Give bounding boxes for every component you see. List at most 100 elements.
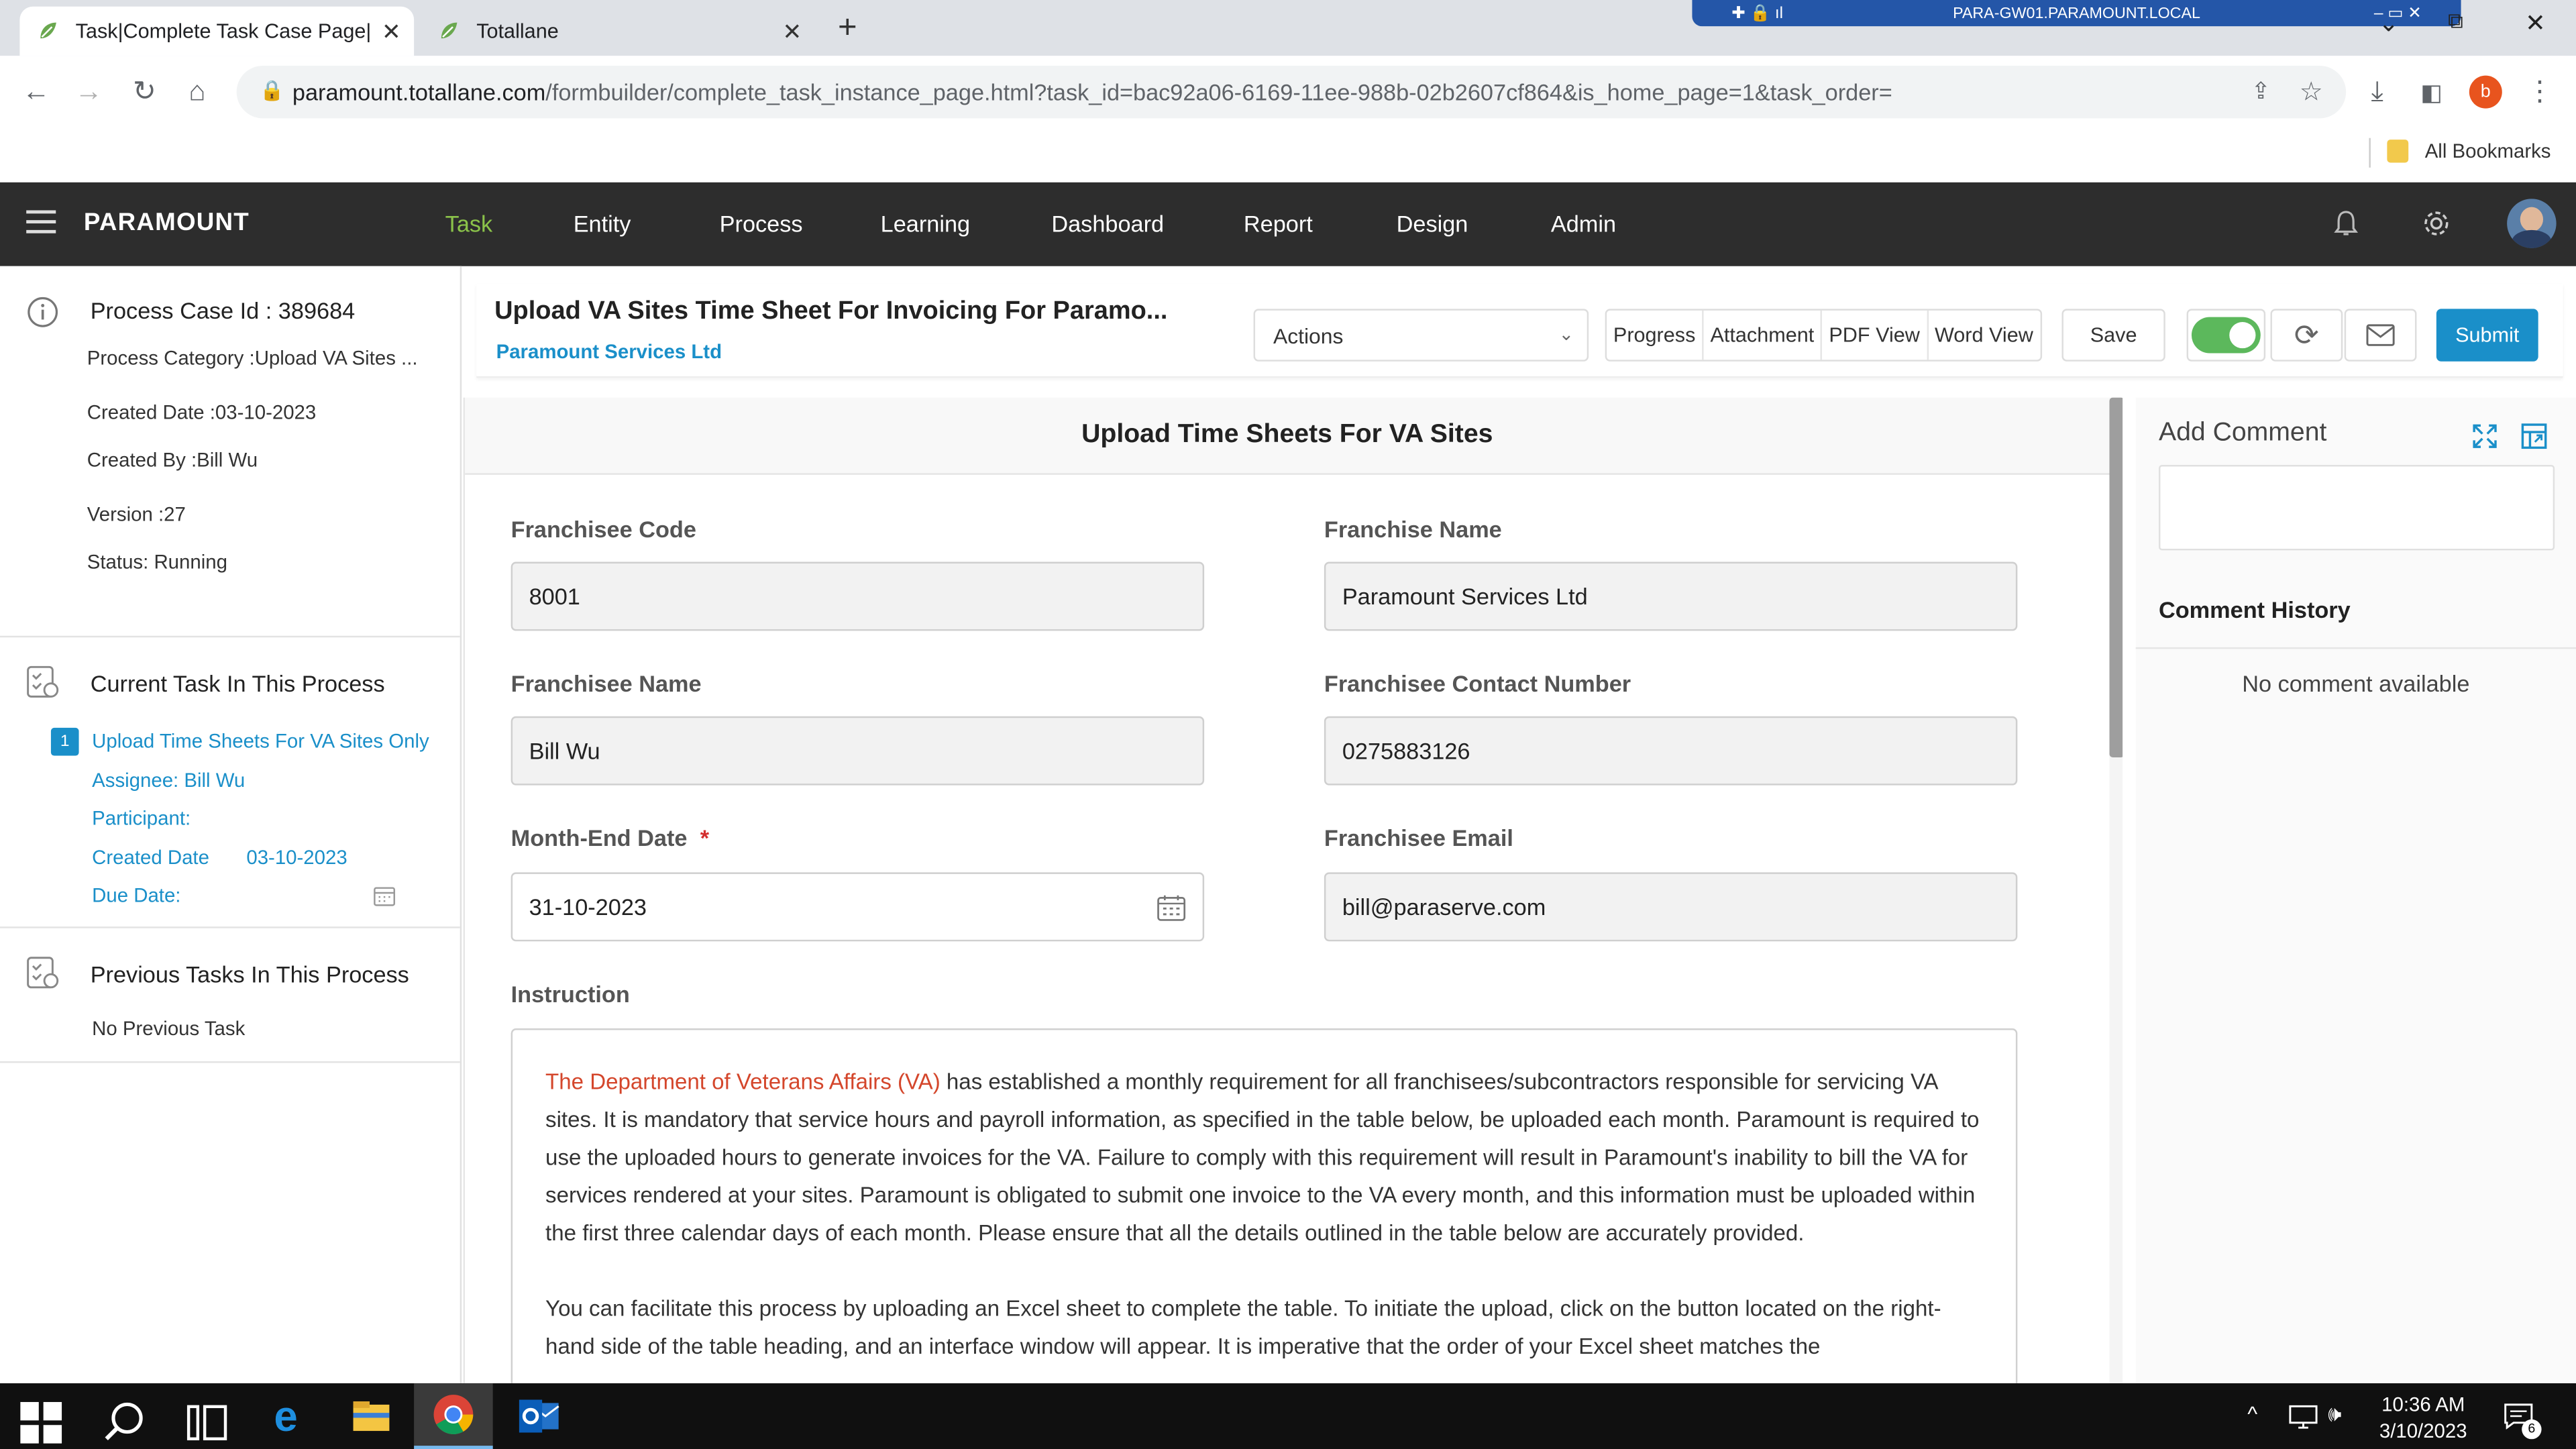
comment-input[interactable] <box>2158 465 2555 551</box>
status: Status: Running <box>87 550 227 574</box>
file-explorer-icon[interactable] <box>348 1393 394 1440</box>
nav-task[interactable]: Task <box>445 210 493 236</box>
search-icon[interactable] <box>102 1400 148 1446</box>
download-icon[interactable]: ⤓ <box>2361 76 2394 109</box>
process-case-id: Process Case Id : 389684 <box>90 297 356 324</box>
outlook-icon[interactable] <box>516 1393 562 1440</box>
month-end-date-input[interactable]: 31-10-2023 <box>511 872 1205 942</box>
actions-label: Actions <box>1273 323 1344 347</box>
settings-gear-icon[interactable] <box>2422 209 2451 238</box>
new-tab-button[interactable]: + <box>838 10 857 48</box>
nav-learning[interactable]: Learning <box>881 210 970 236</box>
window-close-icon[interactable]: ✕ <box>2525 8 2546 38</box>
current-task-link[interactable]: Upload Time Sheets For VA Sites Only <box>92 729 429 752</box>
brand-logo[interactable]: PARAMOUNT <box>84 209 250 237</box>
side-panel-icon[interactable]: ◧ <box>2415 76 2448 109</box>
tab-close-icon[interactable]: ✕ <box>382 17 401 46</box>
address-bar[interactable]: 🔒 paramount.totallane.com/formbuilder/co… <box>236 65 2347 119</box>
no-previous-task: No Previous Task <box>92 1016 246 1040</box>
popout-icon[interactable] <box>2520 422 2548 450</box>
network-icon[interactable] <box>2288 1405 2318 1430</box>
month-end-date-label-text: Month-End Date <box>511 824 688 851</box>
edge-browser-icon[interactable]: e <box>263 1393 309 1440</box>
url-host: paramount.totallane.com <box>292 78 546 105</box>
back-arrow-icon[interactable]: ← <box>19 76 52 109</box>
view-button-group: Progress Attachment PDF View Word View <box>1605 309 2042 362</box>
expand-icon[interactable] <box>2471 422 2499 450</box>
required-marker: * <box>700 824 710 851</box>
franchisee-email-label: Franchisee Email <box>1324 824 1513 851</box>
company-link[interactable]: Paramount Services Ltd <box>496 340 722 363</box>
task-checklist-icon <box>27 665 59 698</box>
email-button[interactable] <box>2344 309 2417 362</box>
nav-report[interactable]: Report <box>1244 210 1313 236</box>
submit-button[interactable]: Submit <box>2436 309 2538 362</box>
instruction-paragraph: You can facilitate this process by uploa… <box>545 1296 1941 1359</box>
nav-dashboard[interactable]: Dashboard <box>1051 210 1164 236</box>
nav-design[interactable]: Design <box>1397 210 1468 236</box>
chrome-taskbar-button[interactable] <box>414 1383 493 1449</box>
remote-desktop-bar: ✚ 🔒 ıl PARA-GW01.PARAMOUNT.LOCAL ‒ ▭ ✕ <box>1692 0 2461 27</box>
browser-tab-active[interactable]: Task|Complete Task Case Page|To ✕ <box>19 6 415 56</box>
nav-entity[interactable]: Entity <box>574 210 631 236</box>
attachment-button[interactable]: Attachment <box>1704 310 1823 360</box>
tray-chevron-icon[interactable]: ^ <box>2247 1401 2257 1426</box>
info-icon <box>28 297 58 327</box>
franchisee-contact-label: Franchisee Contact Number <box>1324 670 1631 697</box>
case-info-sidebar: Process Case Id : 389684 Process Categor… <box>0 266 462 1384</box>
actions-dropdown[interactable]: Actions ⌄ <box>1253 309 1589 362</box>
word-view-button[interactable]: Word View <box>1928 311 2039 360</box>
bookmark-star-icon[interactable]: ☆ <box>2300 76 2323 109</box>
franchisee-contact-input[interactable]: 0275883126 <box>1324 716 2018 786</box>
browser-tab[interactable]: Totallane ✕ <box>421 7 815 56</box>
profile-avatar[interactable]: b <box>2469 75 2502 109</box>
form-scrollbar-thumb[interactable] <box>2109 397 2123 757</box>
home-icon[interactable]: ⌂ <box>180 76 213 109</box>
nav-process[interactable]: Process <box>720 210 803 236</box>
minimize-icon[interactable]: ⌄ <box>2372 8 2405 38</box>
app-header: PARAMOUNT Task Entity Process Learning D… <box>0 182 2576 266</box>
comment-history-heading: Comment History <box>2158 596 2351 623</box>
no-comment-text: No comment available <box>2242 670 2470 697</box>
reload-icon[interactable]: ↻ <box>128 76 161 109</box>
volume-icon[interactable]: 🕪 <box>2328 1401 2341 1428</box>
more-menu-icon[interactable]: ⋮ <box>2524 76 2557 109</box>
rdp-pin-icon[interactable]: ✚ 🔒 ıl <box>1731 4 1783 22</box>
instruction-paragraph: The Department of Veterans Affairs (VA) … <box>545 1063 1983 1252</box>
nav-admin[interactable]: Admin <box>1551 210 1616 236</box>
user-avatar[interactable] <box>2507 199 2557 248</box>
task-created-value: 03-10-2023 <box>246 846 347 869</box>
tab-close-icon[interactable]: ✕ <box>782 17 802 46</box>
auto-save-toggle[interactable] <box>2186 309 2266 362</box>
pdf-view-button[interactable]: PDF View <box>1823 310 1929 360</box>
browser-toolbar: ← → ↻ ⌂ 🔒 paramount.totallane.com/formbu… <box>0 56 2576 129</box>
bookmarks-bar: All Bookmarks <box>0 128 2576 182</box>
task-created-label: Created Date <box>92 846 209 869</box>
share-icon[interactable]: ⇪ <box>2251 77 2271 105</box>
windows-start-icon[interactable] <box>18 1400 64 1446</box>
url-path: /formbuilder/complete_task_instance_page… <box>545 78 1892 105</box>
restore-icon[interactable]: ⧉ <box>2448 8 2463 34</box>
refresh-icon[interactable]: ⟳ <box>2270 309 2343 362</box>
all-bookmarks-link[interactable]: All Bookmarks <box>2425 140 2551 162</box>
franchisee-code-input[interactable]: 8001 <box>511 561 1205 631</box>
progress-button[interactable]: Progress <box>1607 310 1704 360</box>
hamburger-menu-icon[interactable] <box>26 210 56 233</box>
franchise-name-input[interactable]: Paramount Services Ltd <box>1324 561 2018 631</box>
save-button[interactable]: Save <box>2061 309 2165 362</box>
calendar-icon[interactable] <box>1157 894 1186 922</box>
franchisee-name-input[interactable]: Bill Wu <box>511 716 1205 786</box>
calendar-icon[interactable] <box>373 884 396 907</box>
created-date: Created Date :03-10-2023 <box>87 400 317 424</box>
franchisee-email-input[interactable]: bill@paraserve.com <box>1324 872 2018 942</box>
lock-icon[interactable]: 🔒 <box>260 79 284 102</box>
task-view-icon[interactable] <box>184 1400 230 1446</box>
previous-tasks-heading: Previous Tasks In This Process <box>90 961 409 987</box>
taskbar-clock[interactable]: 10:36 AM 3/10/2023 <box>2366 1391 2481 1444</box>
forward-arrow-icon[interactable]: → <box>72 76 105 109</box>
notification-bell-icon[interactable] <box>2331 209 2361 238</box>
month-end-date-label: Month-End Date * <box>511 824 710 851</box>
sidebar-divider <box>0 926 460 928</box>
windows-taskbar: e ^ 🕪 10:36 AM 3/10/2023 6 <box>0 1383 2576 1449</box>
month-end-date-value: 31-10-2023 <box>529 894 647 920</box>
